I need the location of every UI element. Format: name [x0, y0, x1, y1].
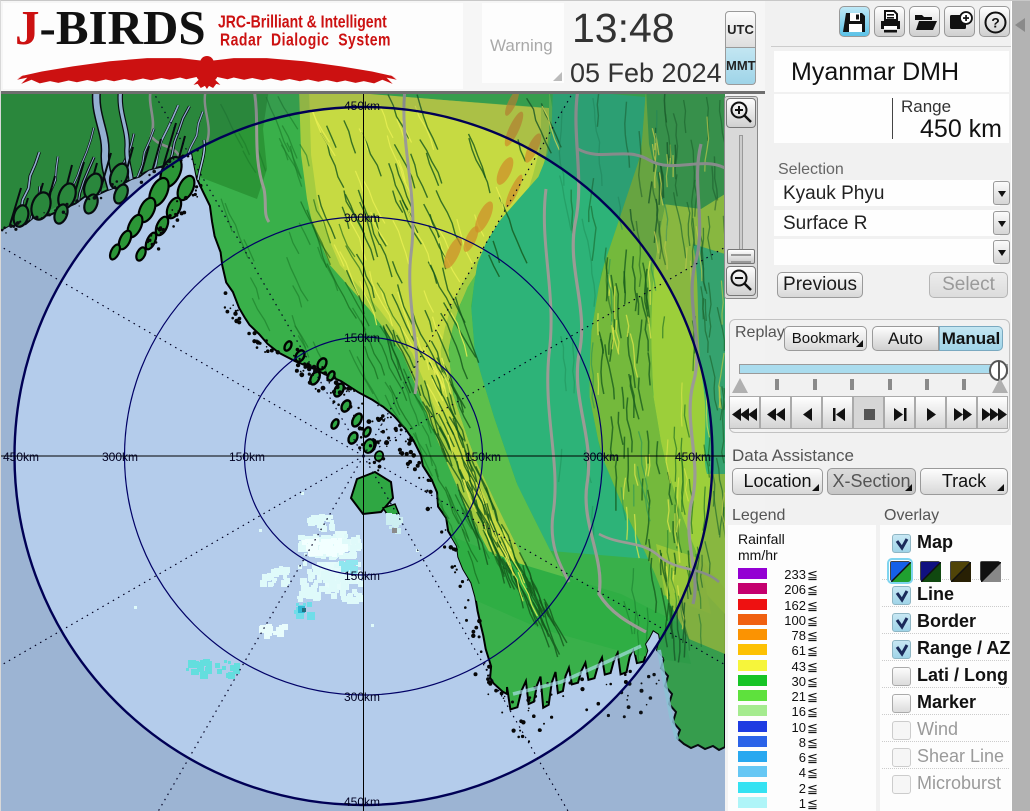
svg-text:300km: 300km	[102, 450, 138, 464]
svg-text:300km: 300km	[344, 690, 380, 704]
svg-text:450km: 450km	[344, 99, 380, 113]
svg-text:150km: 150km	[344, 331, 380, 345]
svg-text:450km: 450km	[344, 795, 380, 809]
svg-text:150km: 150km	[344, 569, 380, 583]
svg-text:150km: 150km	[229, 450, 265, 464]
svg-text:450km: 450km	[3, 450, 39, 464]
svg-text:450km: 450km	[675, 450, 711, 464]
svg-text:?: ?	[991, 15, 1000, 31]
svg-text:150km: 150km	[465, 450, 501, 464]
svg-text:300km: 300km	[583, 450, 619, 464]
svg-text:300km: 300km	[344, 211, 380, 225]
